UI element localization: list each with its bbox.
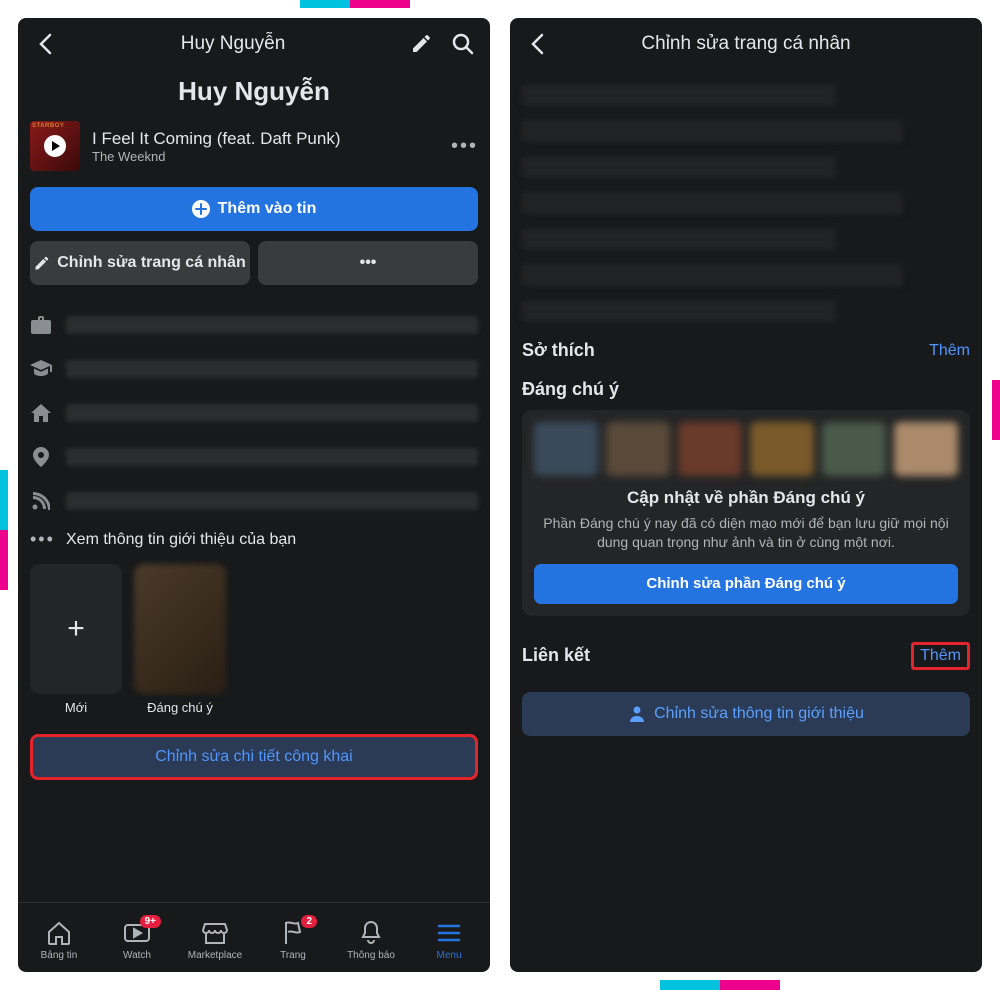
tab-label: Thông báo: [347, 950, 395, 961]
edit-about-button[interactable]: Chỉnh sửa thông tin giới thiệu: [522, 692, 970, 736]
featured-card-title: Cập nhật về phần Đáng chú ý: [534, 488, 958, 508]
dots-icon: •••: [360, 254, 377, 272]
rss-icon: [30, 492, 52, 510]
tab-label: Watch: [123, 950, 151, 961]
back-button[interactable]: [28, 27, 62, 61]
tab-feed[interactable]: Bảng tin: [29, 919, 89, 961]
plus-circle-icon: [192, 200, 210, 218]
tab-label: Trang: [280, 950, 306, 961]
profile-screen: Huy Nguyễn Huy Nguyễn STARBOY I Feel It …: [18, 18, 490, 972]
hobby-add-link[interactable]: Thêm: [929, 342, 970, 360]
plus-icon: +: [67, 612, 85, 646]
more-button[interactable]: •••: [258, 241, 478, 285]
song-artist: The Weeknd: [92, 149, 439, 164]
highlight-story-label: Đáng chú ý: [147, 700, 213, 716]
tab-label: Bảng tin: [41, 950, 78, 961]
pencil-icon: [34, 256, 49, 271]
header: Huy Nguyễn: [18, 18, 490, 70]
education-row[interactable]: [30, 347, 478, 391]
home-icon: [46, 919, 72, 947]
tab-marketplace[interactable]: Marketplace: [185, 919, 245, 961]
hobby-section-title: Sở thích: [522, 340, 595, 361]
featured-section-title: Đáng chú ý: [522, 379, 619, 400]
see-about-button[interactable]: ••• Xem thông tin giới thiệu của bạn: [30, 529, 478, 550]
profile-name: Huy Nguyễn: [30, 76, 478, 107]
new-story-label: Mới: [65, 700, 87, 716]
dots-icon: •••: [30, 529, 52, 550]
tab-label: Menu: [436, 950, 461, 961]
briefcase-icon: [30, 316, 52, 334]
header-title: Huy Nguyễn: [70, 33, 396, 55]
header-title: Chỉnh sửa trang cá nhân: [562, 33, 930, 55]
edit-profile-button[interactable]: Chỉnh sửa trang cá nhân: [30, 241, 250, 285]
badge: 9+: [140, 915, 161, 928]
stories-row: + Mới Đáng chú ý: [30, 564, 478, 716]
person-icon: [628, 705, 646, 723]
bell-icon: [360, 919, 382, 947]
menu-icon: [437, 919, 461, 947]
featured-card-desc: Phần Đáng chú ý nay đã có diện mạo mới đ…: [534, 514, 958, 552]
music-more-icon[interactable]: •••: [451, 135, 478, 158]
album-cover: STARBOY: [30, 121, 80, 171]
edit-icon[interactable]: [404, 27, 438, 61]
add-to-story-label: Thêm vào tin: [218, 200, 317, 218]
tab-bar: Bảng tin 9+ Watch Marketplace 2 Trang Th…: [18, 902, 490, 972]
add-to-story-button[interactable]: Thêm vào tin: [30, 187, 478, 231]
edit-featured-label: Chỉnh sửa phần Đáng chú ý: [646, 575, 845, 592]
song-title: I Feel It Coming (feat. Daft Punk): [92, 129, 439, 149]
edit-profile-screen: Chỉnh sửa trang cá nhân Sở thích Thêm Đá…: [510, 18, 982, 972]
highlight-story-card[interactable]: [134, 564, 226, 694]
about-list: ••• Xem thông tin giới thiệu của bạn: [30, 303, 478, 550]
edit-featured-button[interactable]: Chỉnh sửa phần Đáng chú ý: [534, 564, 958, 604]
links-section-title: Liên kết: [522, 645, 590, 666]
edit-profile-label: Chỉnh sửa trang cá nhân: [57, 254, 246, 272]
tab-pages[interactable]: 2 Trang: [263, 919, 323, 961]
album-tag: STARBOY: [32, 123, 64, 129]
tab-notifications[interactable]: Thông báo: [341, 919, 401, 961]
home-row[interactable]: [30, 391, 478, 435]
back-button[interactable]: [520, 27, 554, 61]
blurred-content: [522, 84, 970, 322]
featured-thumbnails: [534, 422, 958, 476]
location-row[interactable]: [30, 435, 478, 479]
pin-icon: [30, 447, 52, 467]
tab-label: Marketplace: [188, 950, 242, 961]
graduation-icon: [30, 360, 52, 378]
edit-about-label: Chỉnh sửa thông tin giới thiệu: [654, 705, 864, 723]
play-icon: [44, 135, 66, 157]
tab-watch[interactable]: 9+ Watch: [107, 919, 167, 961]
edit-public-details-button[interactable]: Chỉnh sửa chi tiết công khai: [30, 734, 478, 780]
new-story-card[interactable]: +: [30, 564, 122, 694]
header: Chỉnh sửa trang cá nhân: [510, 18, 982, 70]
featured-card: Cập nhật về phần Đáng chú ý Phần Đáng ch…: [522, 410, 970, 616]
work-row[interactable]: [30, 303, 478, 347]
see-about-label: Xem thông tin giới thiệu của bạn: [66, 531, 296, 549]
music-row[interactable]: STARBOY I Feel It Coming (feat. Daft Pun…: [30, 121, 478, 171]
links-add-link[interactable]: Thêm: [911, 642, 970, 670]
badge: 2: [301, 915, 317, 928]
feed-row[interactable]: [30, 479, 478, 523]
house-icon: [30, 404, 52, 422]
store-icon: [202, 919, 228, 947]
search-icon[interactable]: [446, 27, 480, 61]
tab-menu[interactable]: Menu: [419, 919, 479, 961]
edit-public-label: Chỉnh sửa chi tiết công khai: [155, 748, 352, 766]
